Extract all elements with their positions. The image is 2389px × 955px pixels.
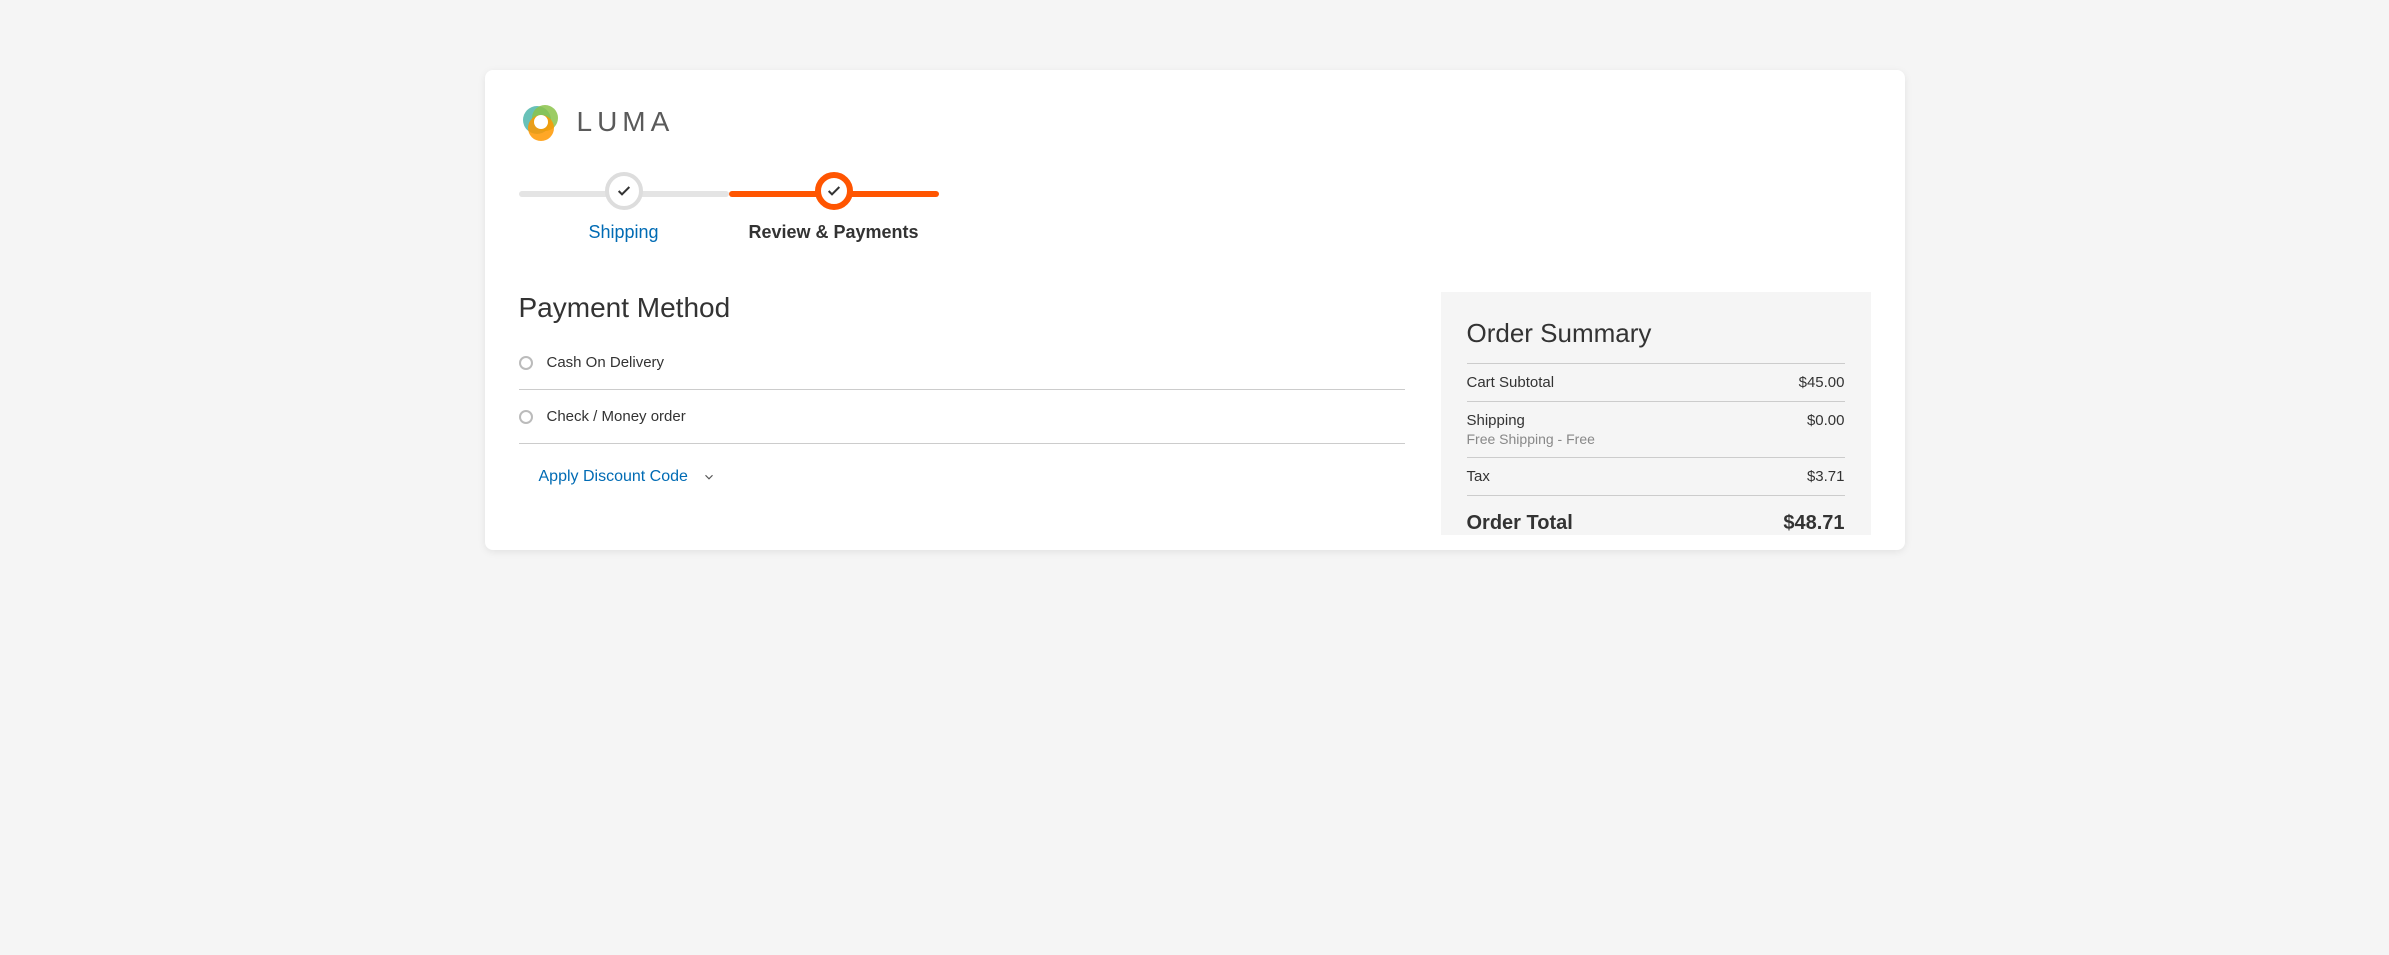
summary-total-label: Order Total [1467,512,1573,535]
summary-subtotal-label: Cart Subtotal [1467,374,1555,391]
step-shipping-circle [605,172,643,210]
payment-option-check[interactable]: Check / Money order [519,390,1405,444]
step-review-payments: Review & Payments [729,172,939,243]
step-shipping[interactable]: Shipping [519,172,729,243]
summary-tax-row: Tax $3.71 [1467,458,1845,496]
summary-shipping-row: Shipping Free Shipping - Free $0.00 [1467,402,1845,458]
checkout-card: LUMA Shipping Review & Payments Payment … [485,70,1905,550]
order-summary-title: Order Summary [1467,318,1845,364]
check-icon [826,183,842,199]
luma-logo-icon [519,100,563,144]
summary-total-row: Order Total $48.71 [1467,496,1845,535]
brand-name: LUMA [577,106,675,138]
payment-method-section: Payment Method Cash On Delivery Check / … [519,292,1405,535]
step-review-circle [815,172,853,210]
main-content: Payment Method Cash On Delivery Check / … [519,292,1871,535]
order-summary: Order Summary Cart Subtotal $45.00 Shipp… [1441,292,1871,535]
summary-shipping-value: $0.00 [1807,412,1845,447]
apply-discount-toggle[interactable]: Apply Discount Code [519,444,1405,486]
summary-total-value: $48.71 [1783,512,1844,535]
summary-tax-value: $3.71 [1807,468,1845,485]
radio-icon[interactable] [519,356,533,370]
checkout-progress: Shipping Review & Payments [519,172,939,242]
radio-icon[interactable] [519,410,533,424]
step-review-label: Review & Payments [748,222,918,243]
payment-option-cash[interactable]: Cash On Delivery [519,354,1405,390]
summary-shipping-method: Free Shipping - Free [1467,431,1595,447]
summary-shipping-label: Shipping [1467,412,1595,429]
payment-option-label: Cash On Delivery [547,354,665,371]
page-title: Payment Method [519,292,1405,324]
summary-subtotal-value: $45.00 [1799,374,1845,391]
step-shipping-label[interactable]: Shipping [588,222,658,243]
discount-link-label: Apply Discount Code [539,468,688,486]
check-icon [616,183,632,199]
summary-shipping-label-group: Shipping Free Shipping - Free [1467,412,1595,447]
chevron-down-icon [702,470,716,484]
summary-subtotal-row: Cart Subtotal $45.00 [1467,364,1845,402]
summary-tax-label: Tax [1467,468,1490,485]
payment-option-label: Check / Money order [547,408,686,425]
logo-row: LUMA [519,100,1871,144]
